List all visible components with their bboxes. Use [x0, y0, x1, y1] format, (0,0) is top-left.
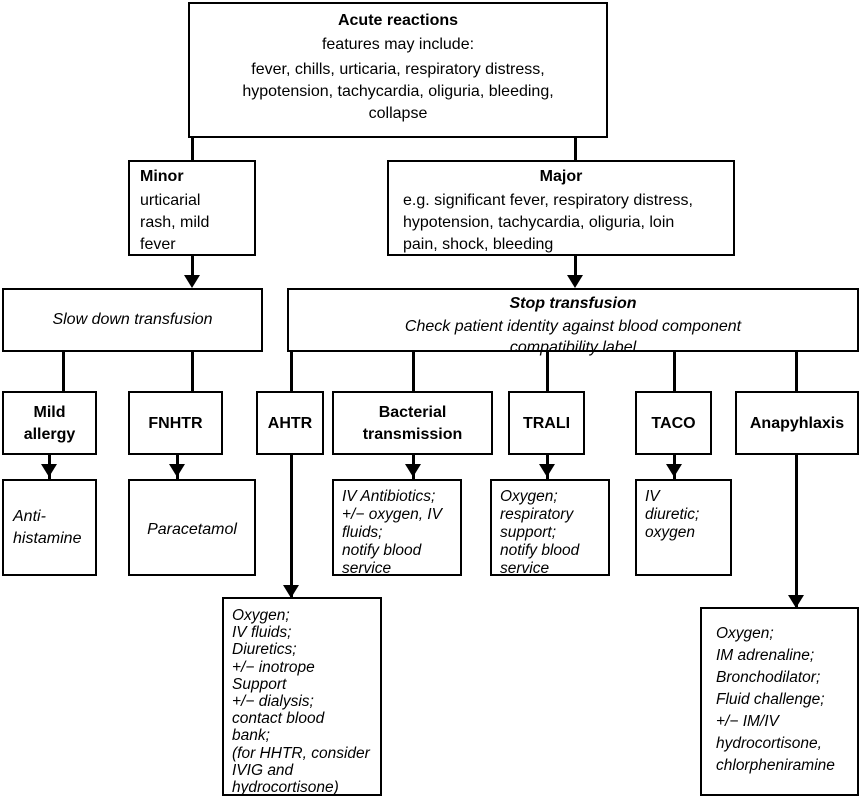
slow-down-transfusion-text: Slow down transfusion — [52, 311, 213, 328]
anaphylaxis-label: Anapyhlaxis — [749, 415, 845, 432]
node-tx-taco[interactable]: IV diuretic; oxygen — [635, 479, 732, 576]
node-minor[interactable]: Minor urticarial rash, mild fever — [128, 160, 256, 256]
tx-taco-text: IV diuretic; oxygen — [645, 488, 700, 541]
node-tx-anaphylaxis[interactable]: Oxygen; IM adrenaline; Bronchodilator; F… — [700, 607, 859, 796]
node-mild-allergy[interactable]: Mild allergy — [2, 391, 97, 455]
tx-anaphylaxis-text: Oxygen; IM adrenaline; Bronchodilator; F… — [716, 625, 835, 774]
connector-slow-to-fnhtr — [191, 351, 194, 391]
node-tx-antihistamine[interactable]: Anti- histamine — [2, 479, 97, 576]
connector-acute-to-minor-stem — [191, 136, 194, 160]
tx-antihistamine-text: Anti- histamine — [13, 508, 82, 547]
tx-paracetamol-text: Paracetamol — [147, 521, 237, 538]
connector-major-to-stop-arrow — [567, 275, 583, 288]
node-tx-trali[interactable]: Oxygen; respiratory support; notify bloo… — [490, 479, 610, 577]
connector-minor-to-slow-line — [191, 255, 194, 277]
node-tx-paracetamol[interactable]: Paracetamol — [128, 479, 256, 576]
trali-label: TRALI — [522, 415, 571, 432]
connector-taco-to-tx-arrow — [666, 464, 682, 477]
connector-minor-to-slow-arrow — [184, 275, 200, 288]
bacterial-transmission-label: Bacterial transmission — [362, 404, 463, 443]
connector-anaphylaxis-to-tx-line — [795, 455, 798, 607]
connector-trali-to-tx-arrow — [539, 464, 555, 477]
node-slow-down-transfusion[interactable]: Slow down transfusion — [2, 288, 263, 352]
minor-heading: Minor — [140, 168, 184, 185]
connector-ahtr-to-tx-line — [290, 455, 293, 597]
connector-mild-allergy-to-antihistamine-arrow — [41, 464, 57, 477]
connector-acute-to-major-stem — [574, 136, 577, 160]
connector-slow-to-mild-allergy — [62, 351, 65, 391]
taco-label: TACO — [651, 415, 696, 432]
stop-transfusion-heading: Stop transfusion — [509, 295, 637, 312]
node-taco[interactable]: TACO — [635, 391, 712, 455]
acute-reactions-body: fever, chills, urticaria, respiratory di… — [242, 61, 554, 122]
connector-fnhtr-to-paracetamol-arrow — [169, 464, 185, 477]
fnhtr-label: FNHTR — [148, 415, 203, 432]
major-heading: Major — [539, 168, 583, 185]
tx-bacterial-text: IV Antibiotics; +/− oxygen, IV fluids; n… — [342, 488, 442, 577]
node-bacterial-transmission[interactable]: Bacterial transmission — [332, 391, 493, 455]
node-stop-transfusion[interactable]: Stop transfusion Check patient identity … — [287, 288, 859, 356]
tx-ahtr-text: Oxygen; IV fluids; Diuretics; +/− inotro… — [232, 607, 370, 797]
connector-major-to-stop-line — [574, 255, 577, 277]
acute-reactions-heading: Acute reactions — [337, 12, 459, 29]
mild-allergy-label: Mild allergy — [23, 404, 76, 443]
node-fnhtr[interactable]: FNHTR — [128, 391, 223, 455]
ahtr-label: AHTR — [267, 415, 313, 432]
major-body: e.g. significant fever, respiratory dist… — [403, 192, 693, 253]
node-trali[interactable]: TRALI — [508, 391, 585, 455]
node-tx-bacterial[interactable]: IV Antibiotics; +/− oxygen, IV fluids; n… — [332, 479, 462, 577]
node-tx-ahtr[interactable]: Oxygen; IV fluids; Diuretics; +/− inotro… — [222, 597, 382, 796]
node-anaphylaxis[interactable]: Anapyhlaxis — [735, 391, 859, 455]
node-acute-reactions[interactable]: Acute reactions features may include: fe… — [188, 2, 608, 138]
acute-reactions-subtitle: features may include: — [321, 36, 475, 53]
flowchart-canvas: Acute reactions features may include: fe… — [0, 0, 861, 798]
tx-trali-text: Oxygen; respiratory support; notify bloo… — [500, 488, 580, 577]
node-major[interactable]: Major e.g. significant fever, respirator… — [387, 160, 735, 256]
stop-transfusion-body: Check patient identity against blood com… — [404, 318, 742, 356]
node-ahtr[interactable]: AHTR — [256, 391, 324, 455]
connector-bacterial-to-tx-arrow — [405, 464, 421, 477]
minor-body: urticarial rash, mild fever — [140, 192, 210, 253]
